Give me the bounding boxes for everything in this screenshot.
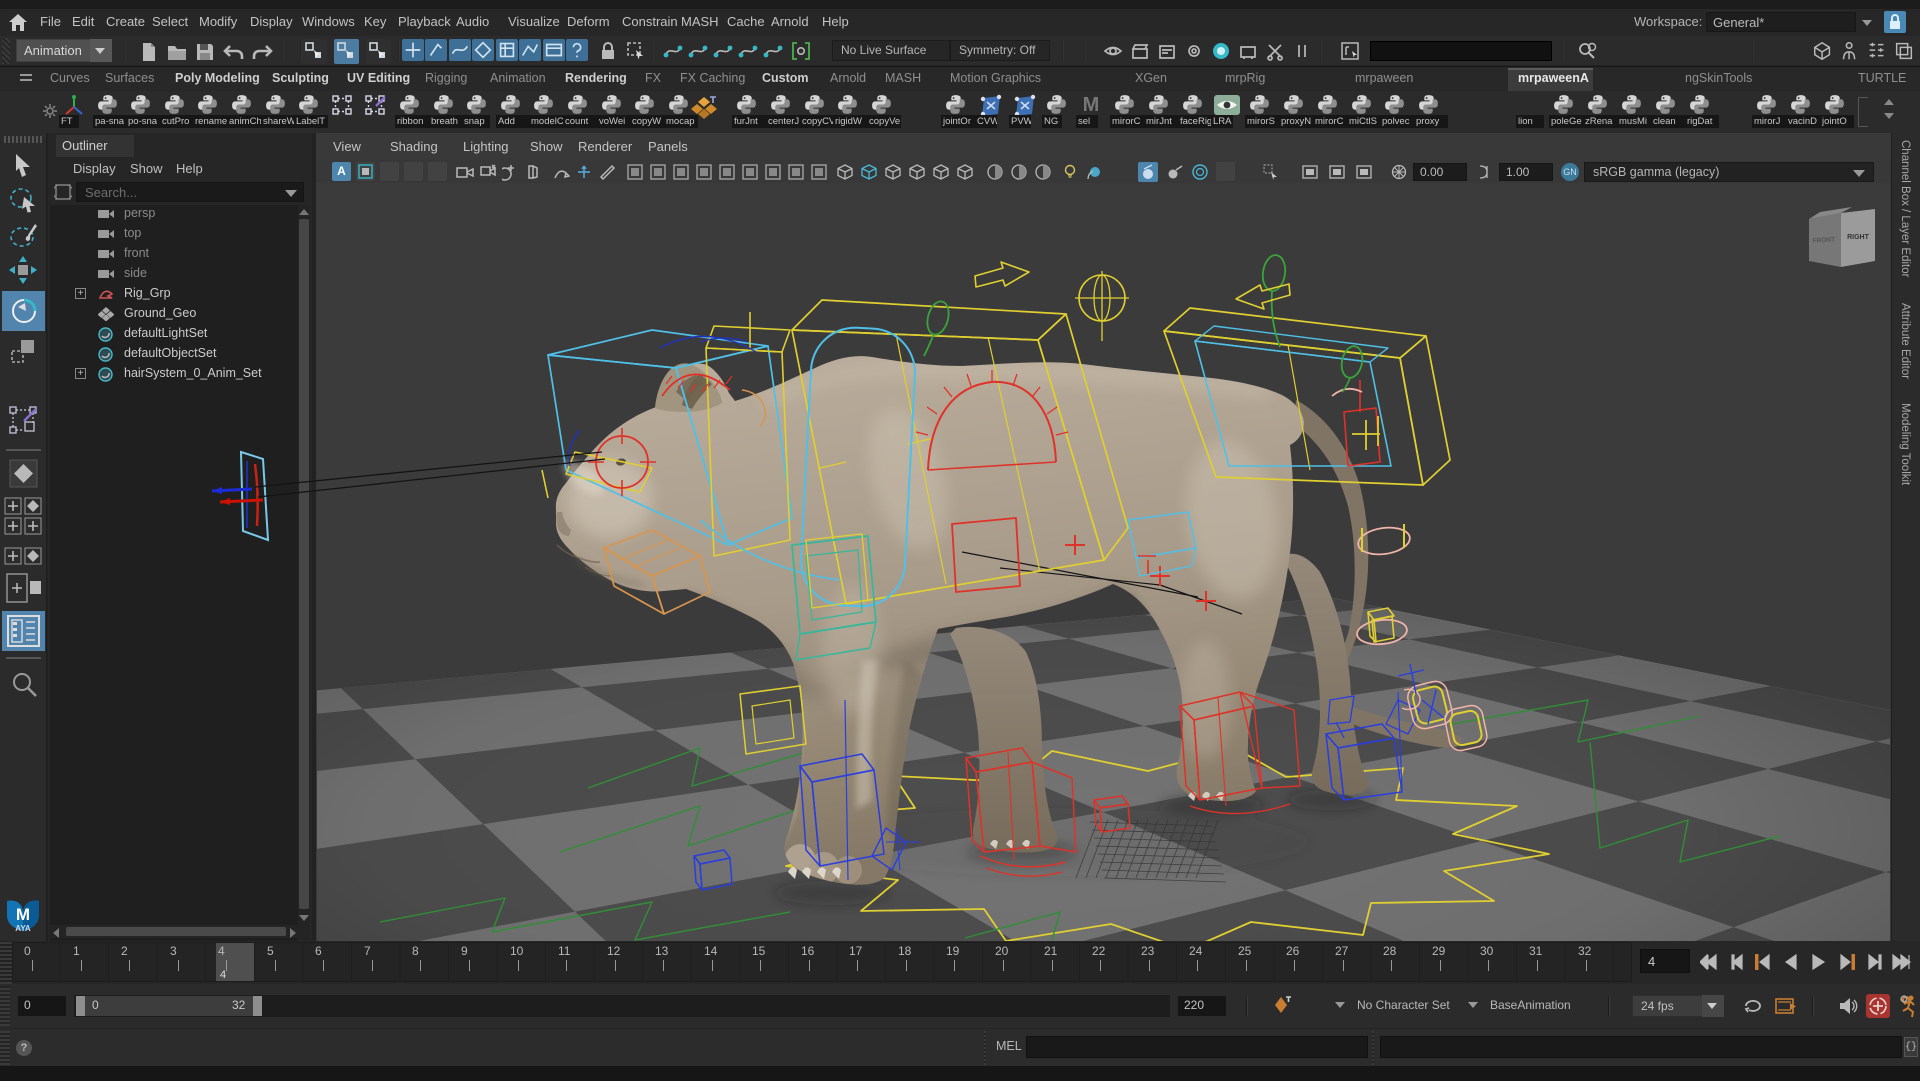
svg-text:RIGHT: RIGHT: [1847, 234, 1870, 241]
svg-text:AYA: AYA: [15, 924, 31, 933]
svg-text:M: M: [16, 905, 30, 924]
